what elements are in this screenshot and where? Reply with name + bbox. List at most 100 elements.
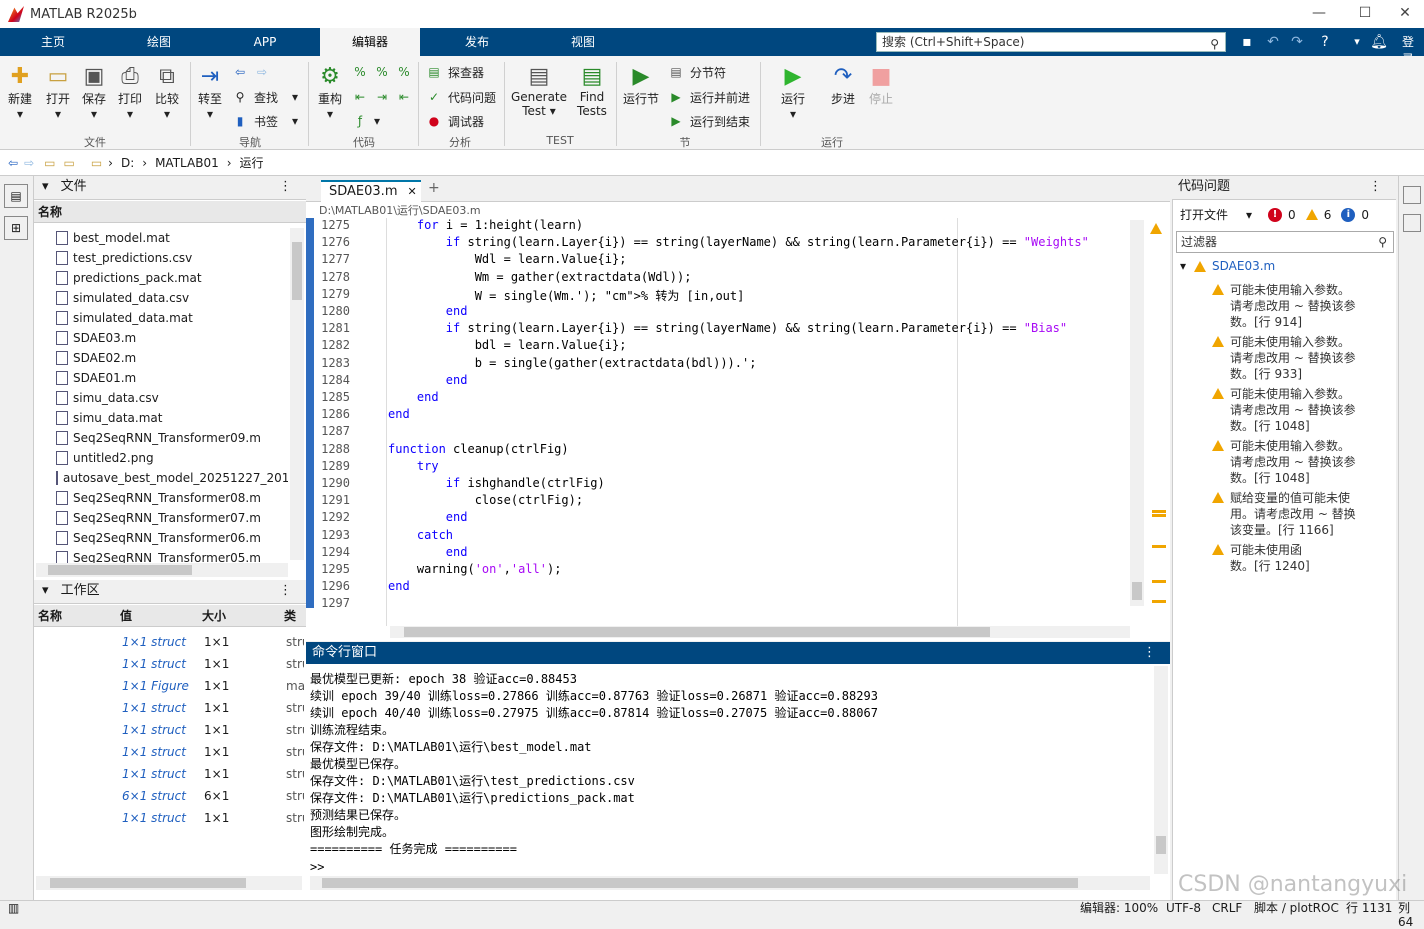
files-col-name[interactable]: 名称 bbox=[34, 201, 306, 223]
cmd-vscroll[interactable] bbox=[1154, 666, 1168, 874]
ws-col-name[interactable]: 名称 bbox=[38, 605, 62, 627]
comment-icon[interactable]: % bbox=[352, 64, 368, 80]
code-line[interactable]: for i = 1:height(learn) bbox=[388, 218, 583, 232]
save-button[interactable]: ▣ 保存 ▾ bbox=[78, 64, 110, 121]
status-script[interactable]: 脚本 / plotROC bbox=[1254, 901, 1339, 915]
new-tab-icon[interactable]: + bbox=[428, 180, 440, 196]
code-issues-button[interactable]: ✓ 代码问题 bbox=[426, 87, 496, 107]
notification-icon[interactable]: 🔔︎ bbox=[1368, 31, 1390, 53]
cmd-hscroll[interactable] bbox=[310, 876, 1150, 890]
command-prompt[interactable]: >> bbox=[310, 860, 324, 874]
files-hscroll[interactable] bbox=[36, 563, 288, 577]
dropdown-icon[interactable]: ▾ bbox=[1346, 31, 1368, 53]
files-scrollbar[interactable] bbox=[290, 228, 304, 560]
close-button[interactable]: ✕ bbox=[1382, 0, 1424, 28]
tab-editor[interactable]: 编辑器 bbox=[320, 28, 420, 56]
code-line[interactable]: end bbox=[388, 373, 468, 387]
goto-button[interactable]: ⇥ 转至 ▾ bbox=[194, 64, 226, 121]
menu-icon[interactable]: ⋮ bbox=[1143, 642, 1156, 664]
code-line[interactable]: end bbox=[388, 407, 410, 421]
chevron-down-icon[interactable]: ▾ bbox=[1180, 259, 1186, 273]
panels-icon[interactable]: ▥ bbox=[8, 901, 19, 915]
run-button[interactable]: ▶ 运行 ▾ bbox=[774, 64, 812, 121]
back-icon[interactable]: ⇦ bbox=[8, 156, 18, 170]
workspace-row[interactable]: searchLog6×1 struct6×1stru bbox=[36, 785, 304, 807]
tab-home[interactable]: 主页 bbox=[0, 28, 106, 56]
code-line[interactable]: bdl = learn.Value{i}; bbox=[388, 338, 627, 352]
file-list-item[interactable]: best_model.mat bbox=[38, 228, 288, 248]
find-button[interactable]: ⚲ 查找 ▾ bbox=[232, 87, 298, 107]
file-list-item[interactable]: Seq2SeqRNN_Transformer09.m bbox=[38, 428, 288, 448]
ws-col-value[interactable]: 值 bbox=[120, 605, 132, 627]
menu-icon[interactable]: ⋮ bbox=[279, 176, 292, 198]
file-list-item[interactable]: simu_data.csv bbox=[38, 388, 288, 408]
outdent-icon[interactable]: ⇤ bbox=[396, 89, 412, 105]
open-files-dropdown[interactable]: 打开文件 bbox=[1180, 206, 1228, 223]
workspace-row[interactable]: trainHist1×1 struct1×1stru bbox=[36, 807, 304, 829]
step-button[interactable]: ↷ 步进 bbox=[824, 64, 862, 107]
warning-marker[interactable] bbox=[1152, 514, 1166, 517]
code-line[interactable]: catch bbox=[388, 528, 453, 542]
editor-tab-sdae03[interactable]: SDAE03.m ✕ bbox=[321, 180, 421, 202]
forward-icon[interactable]: ⇨ bbox=[24, 156, 34, 170]
workspace-row[interactable]: ctrlFig1×1 Figure1×1mat bbox=[36, 675, 304, 697]
browse-folder-icon[interactable]: ▭ bbox=[63, 156, 74, 170]
search-input[interactable]: 搜索 (Ctrl+Shift+Space) ⚲ bbox=[876, 32, 1226, 52]
undo-icon[interactable]: ↶ bbox=[1262, 31, 1284, 53]
warning-marker[interactable] bbox=[1152, 600, 1166, 603]
file-list-item[interactable]: untitled2.png bbox=[38, 448, 288, 468]
status-zoom[interactable]: 编辑器: 100% bbox=[1080, 901, 1158, 915]
code-line[interactable]: warning('on','all'); bbox=[388, 562, 562, 576]
workspace-row[interactable]: predPack1×1 struct1×1stru bbox=[36, 763, 304, 785]
editor-hscroll[interactable] bbox=[390, 626, 1130, 638]
file-list-item[interactable]: test_predictions.csv bbox=[38, 248, 288, 268]
issue-item[interactable]: 赋给变量的值可能未使 用。请考虑改用 ~ 替换 该变量。[行 1166] bbox=[1212, 490, 1362, 538]
issue-item[interactable]: 可能未使用输入参数。 请考虑改用 ~ 替换该参 数。[行 933] bbox=[1212, 334, 1362, 382]
smart-indent-icon[interactable]: ⇥ bbox=[374, 89, 390, 105]
file-list-item[interactable]: SDAE03.m bbox=[38, 328, 288, 348]
filter-input[interactable]: 过滤器 ⚲ bbox=[1176, 231, 1394, 253]
address-part-subfolder[interactable]: 运行 bbox=[240, 154, 264, 171]
issues-file-node[interactable]: ▾ SDAE03.m bbox=[1180, 259, 1275, 273]
warning-summary-icon[interactable] bbox=[1150, 222, 1162, 236]
help-icon[interactable]: ? bbox=[1314, 31, 1336, 53]
minimize-button[interactable]: — bbox=[1296, 0, 1342, 28]
file-list-item[interactable]: simulated_data.mat bbox=[38, 308, 288, 328]
close-tab-icon[interactable]: ✕ bbox=[407, 185, 416, 198]
code-line[interactable]: close(ctrlFig); bbox=[388, 493, 583, 507]
code-line[interactable]: b = single(gather(extractdata(bdl))).'; bbox=[388, 356, 757, 370]
code-line[interactable]: if ishghandle(ctrlFig) bbox=[388, 476, 605, 490]
address-part-folder[interactable]: MATLAB01 bbox=[155, 156, 219, 170]
generate-test-button[interactable]: ▤ Generate Test ▾ bbox=[510, 64, 568, 118]
code-line[interactable]: end bbox=[388, 545, 468, 559]
new-button[interactable]: ✚ 新建 ▾ bbox=[4, 64, 36, 121]
file-browser-icon[interactable]: ▤ bbox=[4, 184, 28, 208]
find-tests-button[interactable]: ▤ Find Tests bbox=[574, 64, 610, 118]
debugger-button[interactable]: ● 调试器 bbox=[426, 111, 484, 131]
workspace-row[interactable]: dataStruct1×1 struct1×1stru bbox=[36, 719, 304, 741]
code-line[interactable]: W = single(Wm.'); "cm">% 转为 [in,out] bbox=[388, 287, 745, 304]
tab-publish[interactable]: 发布 bbox=[424, 28, 530, 56]
code-line[interactable]: function cleanup(ctrlFig) bbox=[388, 442, 569, 456]
indent-icon[interactable]: ⇤ bbox=[352, 89, 368, 105]
workspace-row[interactable]: bestMo...1×1 struct1×1stru bbox=[36, 653, 304, 675]
compare-button[interactable]: ⧉ 比较 ▾ bbox=[150, 64, 184, 121]
code-line[interactable]: end bbox=[388, 579, 410, 593]
stop-button[interactable]: ■ 停止 bbox=[864, 64, 898, 107]
section-break-button[interactable]: ▤ 分节符 bbox=[668, 62, 726, 82]
menu-icon[interactable]: ⋮ bbox=[1369, 176, 1382, 198]
back-arrow-icon[interactable]: ⇦ bbox=[232, 64, 248, 80]
run-advance-button[interactable]: ▶ 运行并前进 bbox=[668, 87, 750, 107]
uncomment-icon[interactable]: % bbox=[374, 64, 390, 80]
warning-marker[interactable] bbox=[1152, 580, 1166, 583]
wrap-icon[interactable]: % bbox=[396, 64, 412, 80]
code-line[interactable]: end bbox=[388, 390, 439, 404]
editor-vscroll[interactable] bbox=[1130, 220, 1144, 606]
status-eol[interactable]: CRLF bbox=[1212, 901, 1242, 915]
workspace-icon[interactable]: ⊞ bbox=[4, 216, 28, 240]
refactor-button[interactable]: ⚙ 重构 ▾ bbox=[314, 64, 346, 121]
warning-icon[interactable] bbox=[1305, 209, 1318, 220]
issue-item[interactable]: 可能未使用输入参数。 请考虑改用 ~ 替换该参 数。[行 1048] bbox=[1212, 438, 1362, 486]
run-to-end-button[interactable]: ▶ 运行到结束 bbox=[668, 111, 750, 131]
issue-item[interactable]: 可能未使用输入参数。 请考虑改用 ~ 替换该参 数。[行 914] bbox=[1212, 282, 1362, 330]
